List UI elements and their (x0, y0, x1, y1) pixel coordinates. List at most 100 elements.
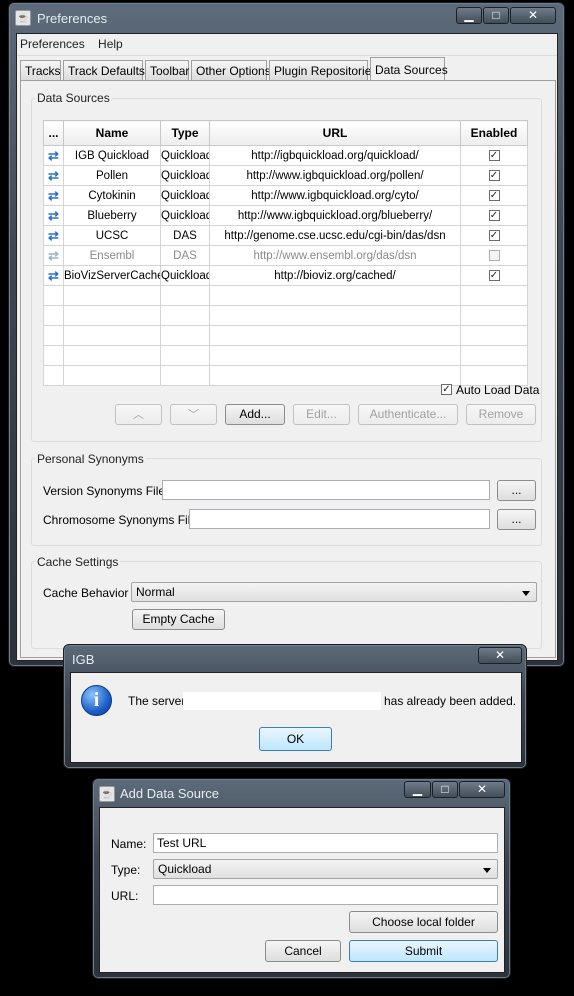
url-label: URL: (111, 889, 139, 903)
chromosome-synonyms-browse-button[interactable]: ... (497, 509, 536, 530)
add-dialog-maximize-button[interactable]: □ (432, 781, 458, 798)
enabled-checkbox[interactable]: ✓ (488, 229, 500, 241)
empty-table-row (43, 345, 528, 366)
table-row[interactable]: ⇄ Pollen Quickload http://www.igbquickload.… (43, 165, 528, 186)
refresh-icon[interactable]: ⇄ (48, 268, 59, 283)
refresh-cell[interactable]: ⇄ (43, 265, 64, 286)
data-sources-table: ... Name Type URL Enabled ⇄ IGB Quickload… (43, 120, 528, 386)
refresh-cell[interactable]: ⇄ (43, 245, 64, 266)
edit-source-button[interactable]: Edit... (293, 404, 350, 425)
preferences-client: Preferences Help Tracks Track Defaults T… (16, 33, 558, 661)
enabled-checkbox[interactable]: ✓ (488, 169, 500, 181)
enabled-checkbox[interactable] (488, 249, 500, 261)
enabled-cell: ✓ (460, 185, 528, 206)
auto-load-checkbox[interactable]: ✓ (441, 384, 452, 395)
table-row[interactable]: ⇄ Ensembl DAS http://www.ensembl.org/das/ds… (43, 245, 528, 266)
authenticate-button[interactable]: Authenticate... (358, 404, 458, 425)
column-header-enabled[interactable]: Enabled (460, 120, 528, 146)
column-header-refresh[interactable]: ... (43, 120, 64, 146)
tab-strip: Tracks Track Defaults Toolbar Other Opti… (20, 57, 556, 80)
source-url-cell: http://www.igbquickload.org/cyto/ (209, 185, 461, 206)
move-up-button[interactable]: ︿ (115, 404, 162, 425)
igb-dialog-close-button[interactable]: ✕ (478, 647, 522, 664)
cache-behavior-select[interactable]: Normal (131, 582, 537, 602)
table-row[interactable]: ⇄ Blueberry Quickload http://www.igbquicklo… (43, 205, 528, 226)
remove-source-button[interactable]: Remove (466, 404, 536, 425)
table-row[interactable]: ⇄ BioVizServerCache Quickload http://bioviz… (43, 265, 528, 286)
column-header-type[interactable]: Type (160, 120, 210, 146)
menu-help[interactable]: Help (98, 37, 123, 51)
igb-message-prefix: The server (128, 694, 186, 708)
refresh-cell[interactable]: ⇄ (43, 145, 64, 166)
igb-dialog: IGB ✕ i The server has already been adde… (63, 644, 527, 769)
url-field[interactable] (153, 885, 498, 905)
refresh-icon[interactable]: ⇄ (48, 148, 59, 163)
source-type-cell: Quickload (160, 205, 210, 226)
igb-ok-button[interactable]: OK (259, 727, 332, 751)
column-header-url[interactable]: URL (209, 120, 461, 146)
add-dialog-close-button[interactable]: ✕ (459, 781, 505, 798)
add-dialog-minimize-button[interactable]: ▁ (404, 781, 431, 798)
enabled-cell: ✓ (460, 145, 528, 166)
source-type-cell: DAS (160, 245, 210, 266)
cancel-button[interactable]: Cancel (265, 940, 341, 962)
tab-plugin-repositories[interactable]: Plugin Repositories (269, 60, 377, 80)
refresh-cell[interactable]: ⇄ (43, 205, 64, 226)
name-field[interactable]: Test URL (153, 833, 498, 853)
refresh-icon[interactable]: ⇄ (48, 228, 59, 243)
source-url-cell: http://www.igbquickload.org/blueberry/ (209, 205, 461, 226)
auto-load-label: Auto Load Data (456, 383, 540, 397)
name-label: Name: (111, 837, 147, 851)
cache-behavior-value: Normal (136, 585, 175, 599)
empty-cache-button[interactable]: Empty Cache (132, 609, 225, 630)
window-title: Preferences (37, 11, 108, 26)
refresh-cell[interactable]: ⇄ (43, 225, 64, 246)
tab-track-defaults[interactable]: Track Defaults (63, 60, 145, 80)
submit-button[interactable]: Submit (349, 940, 498, 962)
enabled-checkbox[interactable]: ✓ (488, 189, 500, 201)
choose-local-folder-button[interactable]: Choose local folder (349, 911, 498, 933)
source-url-cell: http://www.ensembl.org/das/dsn (209, 245, 461, 266)
tab-other-options[interactable]: Other Options (191, 60, 271, 80)
enabled-checkbox[interactable]: ✓ (488, 209, 500, 221)
source-url-cell: http://bioviz.org/cached/ (209, 265, 461, 286)
table-row[interactable]: ⇄ Cytokinin Quickload http://www.igbquicklo… (43, 185, 528, 206)
table-row[interactable]: ⇄ UCSC DAS http://genome.cse.ucsc.edu/cgi-b… (43, 225, 528, 246)
preferences-window: ☕ Preferences ▁ □ ✕ Preferences Help Tra… (8, 2, 565, 667)
refresh-icon[interactable]: ⇄ (48, 208, 59, 223)
move-down-button[interactable]: ﹀ (170, 404, 217, 425)
version-synonyms-browse-button[interactable]: ... (497, 480, 536, 501)
chromosome-synonyms-field[interactable] (189, 509, 490, 529)
source-name-cell: UCSC (63, 225, 161, 246)
java-app-icon: ☕ (99, 786, 115, 802)
version-synonyms-field[interactable] (162, 480, 490, 500)
column-header-name[interactable]: Name (63, 120, 161, 146)
igb-message-suffix: has already been added. (384, 694, 517, 708)
tab-toolbar[interactable]: Toolbar (145, 60, 189, 80)
minimize-button[interactable]: ▁ (456, 7, 482, 24)
tab-data-sources[interactable]: Data Sources (370, 57, 448, 80)
source-type-cell: DAS (160, 225, 210, 246)
source-name-cell: Blueberry (63, 205, 161, 226)
refresh-icon[interactable]: ⇄ (48, 188, 59, 203)
source-url-cell: http://igbquickload.org/quickload/ (209, 145, 461, 166)
source-url-cell: http://www.igbquickload.org/pollen/ (209, 165, 461, 186)
source-type-cell: Quickload (160, 165, 210, 186)
enabled-checkbox[interactable]: ✓ (488, 149, 500, 161)
refresh-icon[interactable]: ⇄ (48, 248, 59, 263)
igb-dialog-title: IGB (72, 652, 95, 667)
maximize-button[interactable]: □ (483, 7, 509, 24)
table-row[interactable]: ⇄ IGB Quickload Quickload http://igbquicklo… (43, 145, 528, 166)
info-icon: i (81, 685, 112, 716)
tab-tracks[interactable]: Tracks (20, 60, 61, 80)
add-source-button[interactable]: Add... (225, 404, 285, 425)
close-button[interactable]: ✕ (510, 7, 556, 24)
refresh-cell[interactable]: ⇄ (43, 165, 64, 186)
igb-dialog-client: i The server has already been added. OK (70, 672, 522, 763)
refresh-cell[interactable]: ⇄ (43, 185, 64, 206)
enabled-checkbox[interactable]: ✓ (488, 269, 500, 281)
menu-preferences[interactable]: Preferences (20, 37, 85, 51)
type-select[interactable]: Quickload (153, 859, 498, 879)
type-value: Quickload (158, 862, 212, 876)
refresh-icon[interactable]: ⇄ (48, 168, 59, 183)
